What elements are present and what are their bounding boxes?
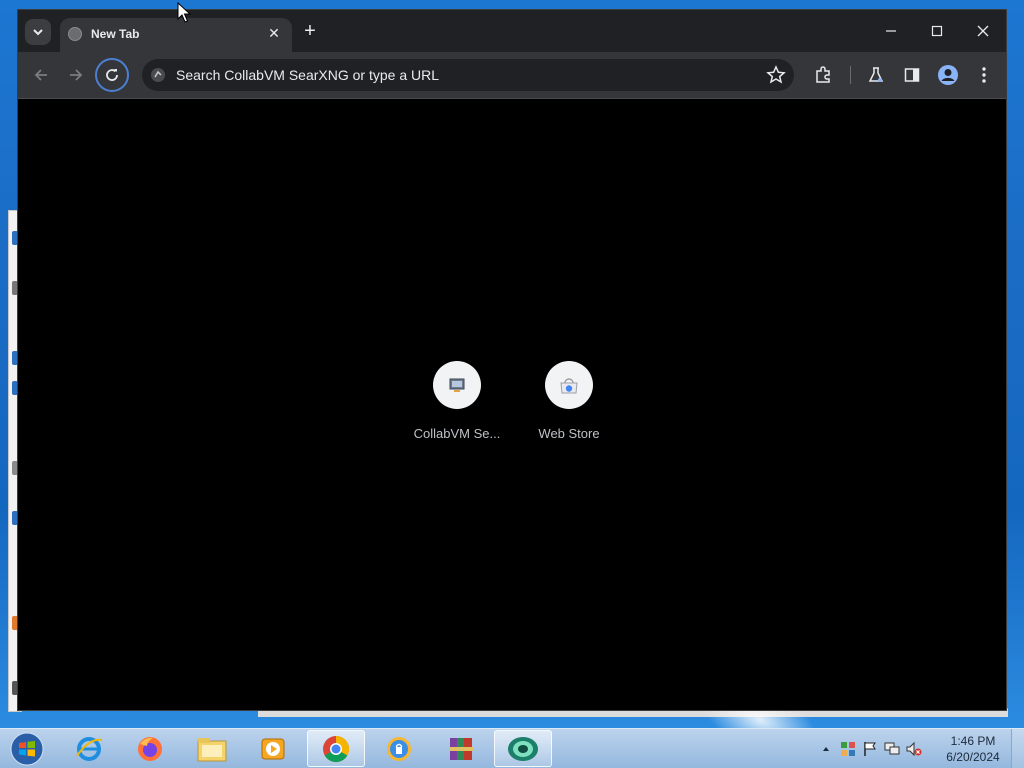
extensions-button[interactable] (808, 60, 838, 90)
taskbar-chrome[interactable] (307, 730, 365, 767)
file-explorer-icon (197, 737, 227, 761)
shortcut-tile (545, 361, 593, 409)
new-tab-button[interactable]: + (298, 20, 322, 44)
close-icon (977, 25, 989, 37)
new-tab-page: CollabVM Se... Web Store (18, 99, 1006, 710)
tray-network-monitor[interactable] (884, 741, 900, 757)
shortcut-label: Web Store (538, 426, 600, 441)
back-button[interactable] (26, 60, 56, 90)
tab-title: New Tab (91, 27, 140, 41)
profile-button[interactable] (933, 60, 963, 90)
tab-search-button[interactable] (25, 19, 51, 45)
show-hidden-icons-arrow (823, 747, 829, 751)
chrome-icon (323, 735, 350, 762)
side-panel-icon (904, 68, 920, 82)
toolbar: Search CollabVM SearXNG or type a URL (18, 52, 1006, 99)
maximize-icon (931, 25, 943, 37)
network-grid-icon (841, 742, 855, 756)
show-hidden-icons-button[interactable] (818, 741, 834, 757)
firefox-icon (138, 736, 162, 761)
minimize-button[interactable] (868, 16, 914, 46)
shortcut-label: CollabVM Se... (413, 426, 501, 441)
taskbar-file-explorer[interactable] (183, 730, 241, 767)
taskbar-collabvm-app[interactable] (494, 730, 552, 767)
title-bar: New Tab ✕ + (18, 10, 1006, 52)
menu-kebab-icon (982, 67, 986, 83)
clock[interactable]: 1:46 PM 6/20/2024 (940, 733, 1006, 765)
globe-icon (68, 27, 82, 41)
tray-action-center[interactable] (862, 741, 878, 757)
forward-icon (70, 69, 83, 81)
collabvm-app-icon (508, 736, 538, 761)
clock-date: 6/20/2024 (946, 750, 1000, 764)
clock-time: 1:46 PM (950, 734, 996, 748)
taskbar-winrar[interactable] (432, 730, 490, 767)
tab-new-tab[interactable]: New Tab ✕ (60, 18, 292, 52)
reload-button[interactable] (95, 58, 129, 92)
web-store-icon (560, 378, 578, 394)
labs-button[interactable] (861, 60, 891, 90)
back-icon (34, 69, 47, 81)
media-player-icon (261, 738, 285, 759)
search-engine-icon (151, 68, 165, 82)
windows-logo-icon (10, 732, 44, 766)
system-tray (818, 737, 922, 761)
shortcut-collabvm[interactable]: CollabVM Se... (409, 361, 505, 451)
taskbar-internet-explorer[interactable] (60, 730, 118, 767)
tab-close-button[interactable]: ✕ (265, 24, 283, 42)
mouse-cursor-icon (177, 2, 191, 23)
taskbar: 1:46 PM 6/20/2024 (0, 728, 1024, 768)
reload-icon (106, 69, 118, 81)
profile-icon (938, 65, 958, 85)
chrome-window: New Tab ✕ + Search CollabVM SearXNG or t… (17, 9, 1007, 711)
network-monitor-icon (884, 742, 900, 755)
volume-muted-icon (906, 741, 922, 757)
winrar-icon (449, 737, 473, 760)
taskbar-vpn[interactable] (370, 730, 428, 767)
toolbar-separator (850, 66, 851, 84)
labs-flask-icon (868, 67, 884, 82)
forward-button[interactable] (61, 60, 91, 90)
shortcut-web-store[interactable]: Web Store (521, 361, 617, 451)
address-bar-placeholder: Search CollabVM SearXNG or type a URL (176, 67, 439, 83)
vpn-shield-icon (387, 736, 411, 761)
close-button[interactable] (960, 16, 1006, 46)
start-button[interactable] (7, 730, 47, 768)
chevron-down-icon (33, 29, 43, 36)
bookmark-star-icon[interactable] (766, 65, 786, 85)
taskbar-firefox[interactable] (121, 730, 179, 767)
taskbar-media-player[interactable] (244, 730, 302, 767)
internet-explorer-icon (76, 736, 103, 761)
address-bar[interactable]: Search CollabVM SearXNG or type a URL (142, 59, 794, 91)
tray-network-grid[interactable] (840, 741, 856, 757)
minimize-icon (886, 30, 896, 32)
side-panel-button[interactable] (897, 60, 927, 90)
action-center-flag-icon (864, 742, 876, 756)
menu-button[interactable] (969, 60, 999, 90)
collabvm-icon (449, 378, 465, 392)
shortcut-tile (433, 361, 481, 409)
show-desktop-button[interactable] (1011, 729, 1024, 768)
extensions-icon (816, 66, 830, 83)
tray-volume[interactable] (906, 741, 922, 757)
maximize-button[interactable] (914, 16, 960, 46)
